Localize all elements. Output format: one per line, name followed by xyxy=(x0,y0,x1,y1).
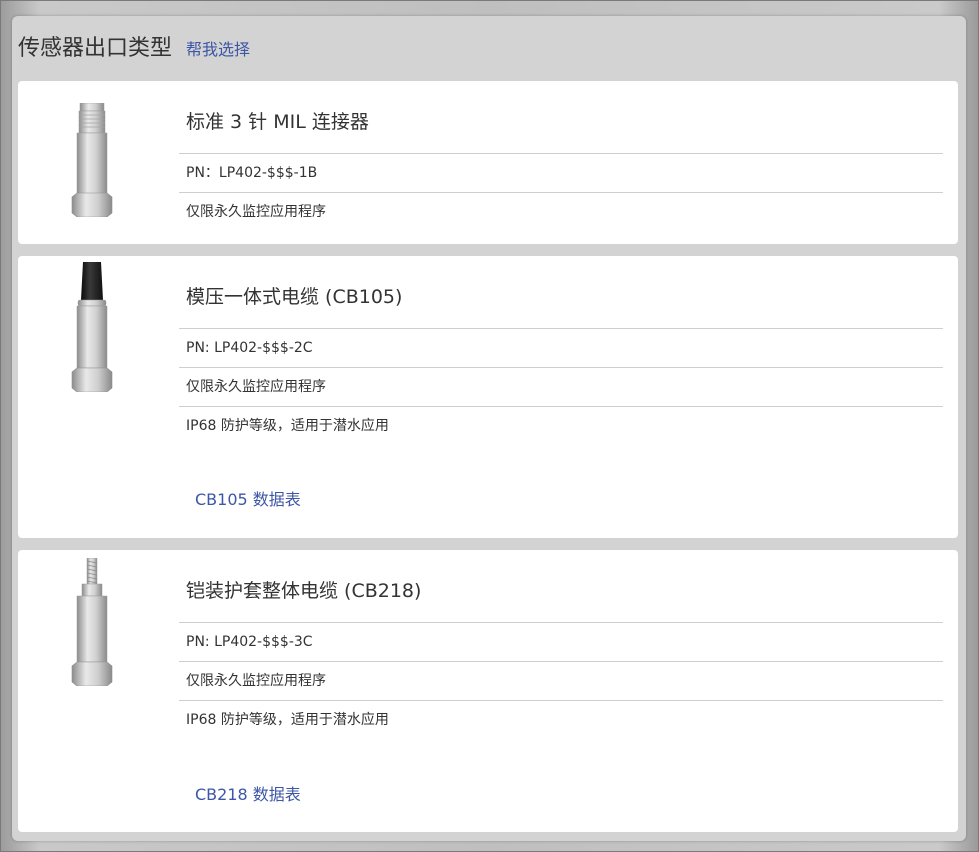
part-number: PN: LP402-$$$-3C xyxy=(179,622,943,661)
mil-connector-sensor-icon xyxy=(70,103,114,217)
molded-cable-sensor-icon xyxy=(70,262,114,392)
card-body: 模压一体式电缆 (CB105) PN: LP402-$$$-2C 仅限永久监控应… xyxy=(179,256,943,445)
option-title: 标准 3 针 MIL 连接器 xyxy=(186,111,369,133)
panel-header: 传感器出口类型 帮我选择 xyxy=(18,30,250,62)
sensor-outlet-panel: 传感器出口类型 帮我选择 标准 3 针 MIL 连接器 PN：LP402-$$$… xyxy=(12,16,966,841)
spec-line: 仅限永久监控应用程序 xyxy=(179,661,943,700)
spec-line: 仅限永久监控应用程序 xyxy=(179,367,943,406)
cb105-datasheet-link[interactable]: CB105 数据表 xyxy=(195,486,301,510)
window-frame: 传感器出口类型 帮我选择 标准 3 针 MIL 连接器 PN：LP402-$$$… xyxy=(0,0,979,852)
part-number: PN: LP402-$$$-2C xyxy=(179,328,943,367)
spec-line: IP68 防护等级，适用于潜水应用 xyxy=(179,700,943,739)
outlet-option-card-cb218[interactable]: 铠装护套整体电缆 (CB218) PN: LP402-$$$-3C 仅限永久监控… xyxy=(18,550,958,832)
spec-line: IP68 防护等级，适用于潜水应用 xyxy=(179,406,943,445)
spec-line: 仅限永久监控应用程序 xyxy=(179,192,943,231)
card-body: 标准 3 针 MIL 连接器 PN：LP402-$$$-1B 仅限永久监控应用程… xyxy=(179,81,943,231)
option-title: 铠装护套整体电缆 (CB218) xyxy=(186,580,422,602)
option-title: 模压一体式电缆 (CB105) xyxy=(186,286,403,308)
armored-cable-sensor-icon xyxy=(70,558,114,686)
part-number: PN：LP402-$$$-1B xyxy=(179,153,943,192)
cb218-datasheet-link[interactable]: CB218 数据表 xyxy=(195,781,301,805)
page-title: 传感器出口类型 xyxy=(18,36,173,61)
outlet-option-card-mil[interactable]: 标准 3 针 MIL 连接器 PN：LP402-$$$-1B 仅限永久监控应用程… xyxy=(18,81,958,244)
outlet-option-card-cb105[interactable]: 模压一体式电缆 (CB105) PN: LP402-$$$-2C 仅限永久监控应… xyxy=(18,256,958,538)
help-me-choose-link[interactable]: 帮我选择 xyxy=(186,36,250,60)
card-body: 铠装护套整体电缆 (CB218) PN: LP402-$$$-3C 仅限永久监控… xyxy=(179,550,943,739)
